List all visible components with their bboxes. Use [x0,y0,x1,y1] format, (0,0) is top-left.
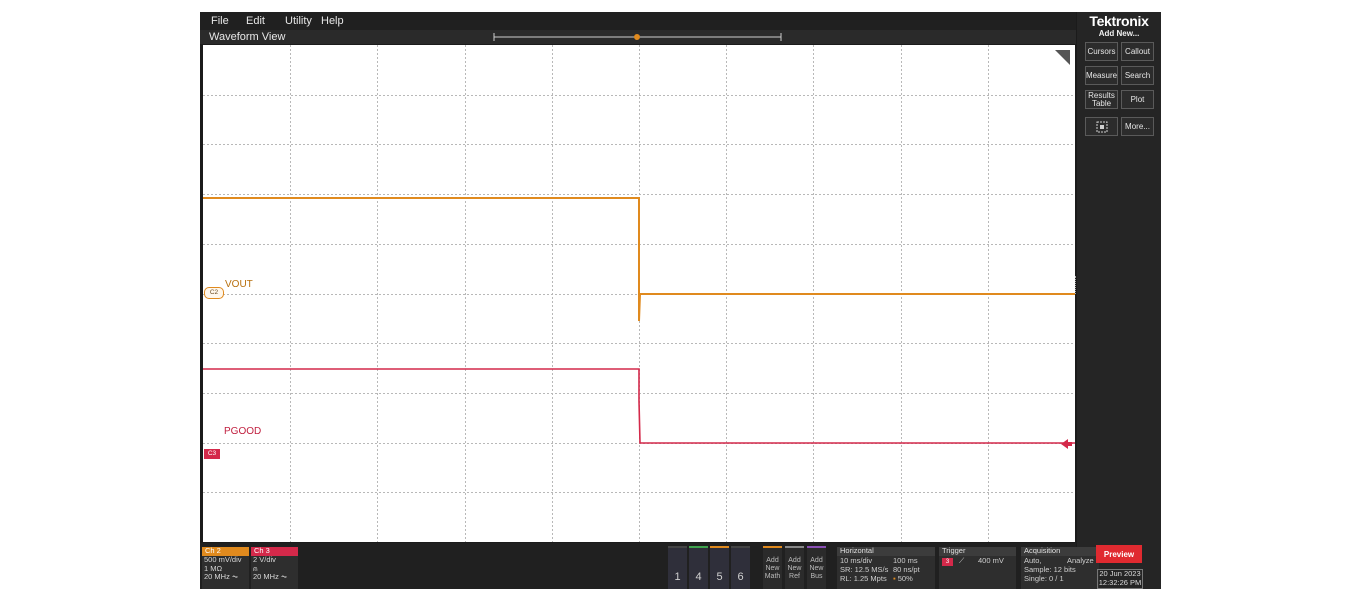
ch2-bandwidth-row: 20 MHz ⏦ [202,572,249,582]
waveform-view-titlebar: Waveform View [200,30,1076,44]
record-position-marker [634,34,640,40]
results-table-button[interactable]: Results Table [1085,90,1118,109]
channel-5-button[interactable]: 5 [710,546,729,589]
ch3-settings-badge[interactable]: Ch 3 2 V/div ⍝ 20 MHz ⏦ [251,546,298,589]
menu-help[interactable]: Help [321,15,344,27]
channel-1-button[interactable]: 1 [668,546,687,589]
add-ref-l2: New [787,565,802,572]
add-bus-l3: Bus [810,573,823,580]
menu-bar: File Edit Utility Help [200,12,1076,30]
bandwidth-limit-icon: ⏦ [231,572,239,581]
cursors-button[interactable]: Cursors [1085,42,1118,61]
trigger-level: 400 mV [978,556,1004,565]
preview-button[interactable]: Preview [1096,545,1142,563]
ch3-bandwidth: 20 MHz [253,572,279,581]
horizontal-position-row: ▪ 50% [893,574,913,584]
trigger-source-badge: 3 [942,558,953,566]
channel-6-button[interactable]: 6 [731,546,750,589]
channel-4-button[interactable]: 4 [689,546,708,589]
horizontal-title: Horizontal [837,546,935,556]
ch2-bandwidth: 20 MHz [204,572,230,581]
acquisition-single: Single: 0 / 1 [1024,574,1064,583]
add-math-l1: Add [766,557,779,564]
add-new-heading: Add New... [1098,29,1140,38]
add-bus-l1: Add [810,557,823,564]
ch3-waveform-label: PGOOD [224,426,262,437]
plot-button[interactable]: Plot [1121,90,1154,109]
add-ref-l3: Ref [789,573,800,580]
ch2-waveform-label: VOUT [225,279,253,290]
menu-edit[interactable]: Edit [246,15,265,27]
tektronix-logo: Tektronix [1089,13,1149,29]
right-control-panel: Tektronix Add New... Cursors Callout Mea… [1077,12,1161,589]
add-math-l3: Math [764,573,781,580]
trigger-level-arrow-icon[interactable] [1060,438,1072,450]
rising-edge-icon: ⟋ [959,556,965,565]
settings-bar: Ch 2 500 mV/div 1 MΩ 20 MHz ⏦ Ch 3 2 V/d… [200,543,1099,589]
search-button[interactable]: Search [1121,66,1154,85]
zoom-corner-icon[interactable] [1052,46,1072,66]
add-bus-l2: New [809,565,824,572]
add-math-l2: New [765,565,780,572]
ch2-badge[interactable]: C2 [204,287,224,299]
ch3-badge[interactable]: C3 [204,449,220,459]
ch3-badge-label: C3 [207,450,217,457]
ch3-bandwidth-row: 20 MHz ⏦ [251,572,298,582]
acquisition-badge[interactable]: Acquisition Auto, Analyze Sample: 12 bit… [1021,546,1099,589]
add-ref-l1: Add [788,557,801,564]
ch2-badge-label: C2 [209,289,219,296]
custom-button[interactable] [1085,117,1118,136]
measure-button[interactable]: Measure [1085,66,1118,85]
ch3-scale: 2 V/div [253,555,276,564]
add-new-bus-button[interactable]: Add New Bus [807,546,826,589]
trigger-badge[interactable]: Trigger 3 ⟋ 400 mV [939,546,1016,589]
add-new-ref-button[interactable]: Add New Ref [785,546,804,589]
graticule [203,45,1075,542]
waveform-plot-area[interactable]: C2 VOUT C3 PGOOD [203,45,1075,542]
bandwidth-limit-icon: ⏦ [280,572,288,581]
trigger-title: Trigger [939,546,1016,556]
add-new-math-button[interactable]: Add New Math [763,546,782,589]
horizontal-position: 50% [897,574,913,583]
horizontal-record-length: RL: 1.25 Mpts [840,574,887,583]
record-overview[interactable] [200,30,1076,44]
horizontal-badge[interactable]: Horizontal 10 ms/div 100 ms SR: 12.5 MS/… [837,546,935,589]
menu-file[interactable]: File [211,15,229,27]
acquisition-title: Acquisition [1021,546,1099,556]
ch2-settings-badge[interactable]: Ch 2 500 mV/div 1 MΩ 20 MHz ⏦ [202,546,249,589]
menu-utility[interactable]: Utility [285,15,312,27]
position-icon: ▪ [893,574,896,583]
more-button[interactable]: More... [1121,117,1154,136]
results-table-line2: Table [1091,98,1112,108]
pgood-waveform [203,368,1075,444]
grid-select-icon [1096,121,1107,132]
callout-button[interactable]: Callout [1121,42,1154,61]
oscilloscope-screen: File Edit Utility Help Waveform View T C… [200,12,1161,589]
vout-waveform [203,197,1075,322]
